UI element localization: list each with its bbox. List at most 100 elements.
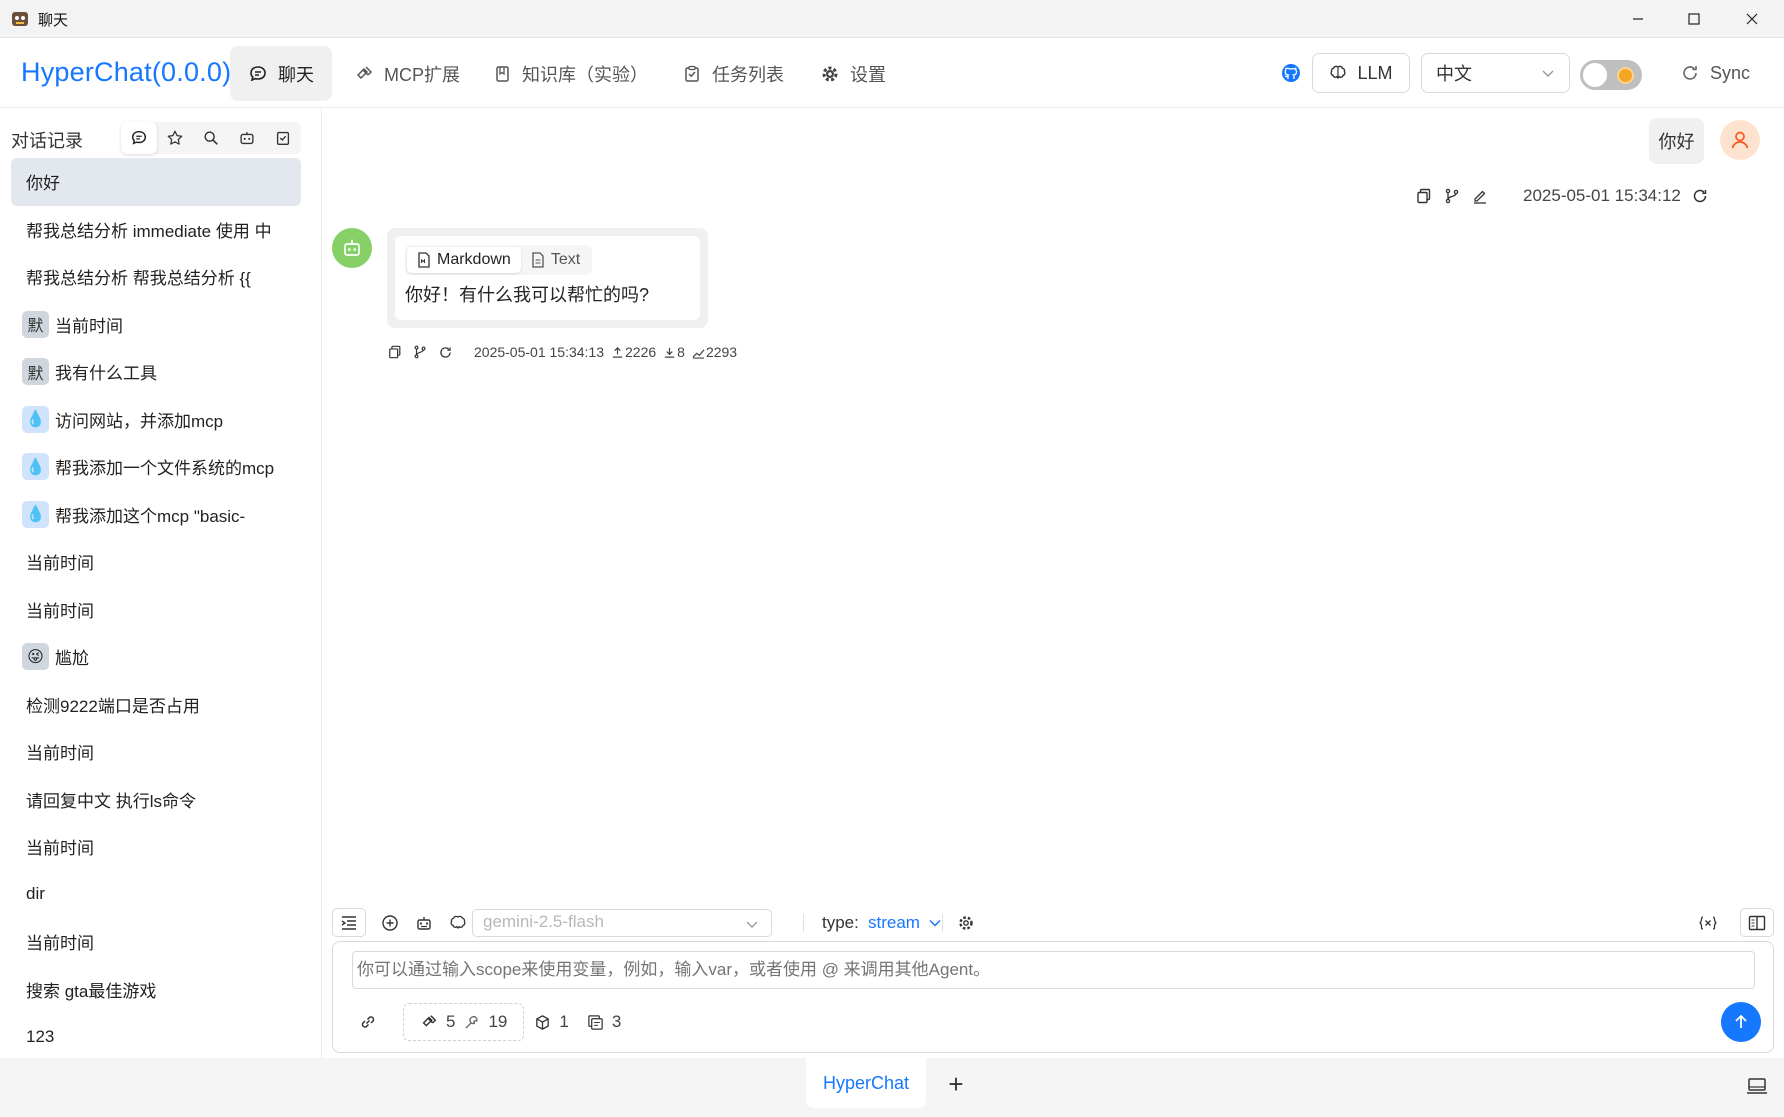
- minimize-button[interactable]: [1610, 0, 1666, 38]
- llm-button[interactable]: LLM: [1312, 53, 1410, 93]
- text-view-option[interactable]: Text: [521, 247, 590, 273]
- language-select-value: 中文: [1436, 64, 1472, 84]
- filter-tasks-button[interactable]: [265, 122, 301, 154]
- prompt-count: 3: [611, 1012, 622, 1031]
- sync-label: Sync: [1710, 62, 1751, 83]
- conversation-item[interactable]: 帮我总结分析 immediate 使用 中: [11, 206, 301, 254]
- split-view-button[interactable]: [1740, 908, 1774, 937]
- agent-avatar: 默: [22, 310, 49, 338]
- tab-chat[interactable]: 聊天: [230, 46, 332, 101]
- variables-button[interactable]: [1694, 908, 1722, 937]
- branch-icon[interactable]: [1443, 187, 1461, 205]
- copy-icon[interactable]: [1415, 187, 1433, 205]
- maximize-icon: [1688, 13, 1700, 25]
- conversation-item[interactable]: dir: [11, 871, 301, 919]
- new-chat-button[interactable]: [376, 908, 404, 937]
- conversation-title: 访问网站，并添加mcp: [55, 411, 224, 431]
- conversation-title: 你好: [26, 174, 60, 194]
- mcp-tools-summary[interactable]: 5 19: [403, 1003, 525, 1041]
- user-avatar[interactable]: [1720, 120, 1760, 160]
- gear-icon: [959, 915, 973, 930]
- conversation-item[interactable]: 当前时间: [11, 823, 301, 871]
- conversation-item[interactable]: 默我有什么工具: [11, 348, 301, 396]
- console-icon[interactable]: [1746, 1076, 1768, 1096]
- tool-icon: [465, 1015, 479, 1029]
- copy-icon[interactable]: [386, 343, 404, 361]
- conversation-item[interactable]: 当前时间: [11, 538, 301, 586]
- upload-icon: [612, 346, 623, 358]
- theme-toggle[interactable]: [1580, 60, 1642, 90]
- conversation-item[interactable]: 123: [11, 1013, 301, 1058]
- bot-avatar: [332, 228, 372, 268]
- tab-hyperchat[interactable]: HyperChat: [806, 1058, 926, 1108]
- brain-icon: [1330, 65, 1347, 80]
- model-select[interactable]: gemini-2.5-flash: [472, 909, 772, 937]
- prompts-summary[interactable]: 3: [587, 1012, 621, 1032]
- conversation-item[interactable]: 默当前时间: [11, 301, 301, 349]
- conversation-title: 当前时间: [26, 744, 94, 764]
- render-mode-segmented: Markdown Text: [405, 245, 593, 275]
- add-tab-button[interactable]: +: [936, 1066, 976, 1102]
- tab-knowledge[interactable]: 知识库（实验）: [474, 46, 666, 101]
- sync-button[interactable]: Sync: [1680, 58, 1750, 88]
- filter-agents-button[interactable]: [229, 122, 265, 154]
- conversation-item[interactable]: 😜 尴尬: [11, 633, 301, 681]
- sun-icon: [1619, 69, 1632, 82]
- conversation-item[interactable]: 💧 帮我添加一个文件系统的mcp: [11, 443, 301, 491]
- tab-mcp[interactable]: MCP扩展: [336, 46, 478, 101]
- model-select-value: gemini-2.5-flash: [483, 912, 604, 931]
- model-brain-icon: [444, 908, 472, 937]
- link-icon: [361, 1016, 375, 1028]
- conversation-item[interactable]: 帮我总结分析 帮我总结分析 {{: [11, 253, 301, 301]
- conversation-title: 当前时间: [26, 934, 94, 954]
- gear-icon: [822, 66, 838, 81]
- tab-chat-label: 聊天: [278, 64, 314, 85]
- agent-avatar: 默: [22, 358, 49, 386]
- filter-all-chats-button[interactable]: [121, 122, 157, 154]
- conversation-item[interactable]: 你好: [11, 158, 301, 206]
- close-button[interactable]: [1724, 0, 1780, 38]
- attach-link-button[interactable]: [333, 1002, 403, 1042]
- conversation-sidebar: 对话记录 你好 帮我总结分析 immediate 使用 中 帮我总结分析 帮我总…: [0, 108, 322, 1058]
- conversation-title: dir: [26, 884, 45, 904]
- edit-icon[interactable]: [1471, 187, 1489, 205]
- download-icon: [665, 347, 675, 358]
- total-tokens-value: 2293: [705, 344, 738, 360]
- conversation-item[interactable]: 💧 访问网站，并添加mcp: [11, 396, 301, 444]
- brand-title[interactable]: HyperChat(0.0.0): [21, 57, 231, 88]
- conversation-title: 请回复中文 执行ls命令: [26, 791, 196, 811]
- search-icon: [204, 131, 218, 145]
- message-input[interactable]: [352, 951, 1755, 989]
- tab-tasks[interactable]: 任务列表: [664, 46, 802, 101]
- markdown-view-option[interactable]: Markdown: [407, 247, 521, 273]
- refresh-icon[interactable]: [436, 343, 454, 361]
- language-select[interactable]: 中文: [1421, 53, 1570, 93]
- tab-settings[interactable]: 设置: [802, 46, 904, 101]
- conversation-item[interactable]: 💧 帮我添加这个mcp "basic-: [11, 491, 301, 539]
- app-icon: [10, 9, 30, 29]
- filter-starred-button[interactable]: [157, 122, 193, 154]
- conversation-item[interactable]: 当前时间: [11, 586, 301, 634]
- toggle-sidebar-button[interactable]: [332, 908, 366, 937]
- conversation-item[interactable]: 检测9222端口是否占用: [11, 681, 301, 729]
- conversation-title: 检测9222端口是否占用: [26, 696, 200, 716]
- conversation-item[interactable]: 搜索 gta最佳游戏: [11, 966, 301, 1014]
- sidebar-title: 对话记录: [11, 131, 83, 151]
- minimize-icon: [1633, 18, 1643, 20]
- resources-summary[interactable]: 1: [534, 1012, 569, 1032]
- chat-settings-button[interactable]: [952, 908, 980, 937]
- conversation-item[interactable]: 当前时间: [11, 728, 301, 776]
- conversation-item[interactable]: 请回复中文 执行ls命令: [11, 776, 301, 824]
- agent-avatar: 💧: [22, 453, 49, 481]
- type-select[interactable]: stream: [868, 913, 942, 933]
- agent-button[interactable]: [410, 908, 438, 937]
- conversation-item[interactable]: 当前时间: [11, 918, 301, 966]
- search-button[interactable]: [193, 122, 229, 154]
- refresh-icon[interactable]: [1691, 187, 1709, 205]
- send-button[interactable]: [1721, 1002, 1761, 1042]
- input-tokens-stat: 2226: [611, 344, 656, 360]
- branch-icon[interactable]: [411, 343, 429, 361]
- llm-button-label: LLM: [1357, 62, 1393, 83]
- maximize-button[interactable]: [1666, 0, 1722, 38]
- github-icon[interactable]: [1280, 62, 1302, 84]
